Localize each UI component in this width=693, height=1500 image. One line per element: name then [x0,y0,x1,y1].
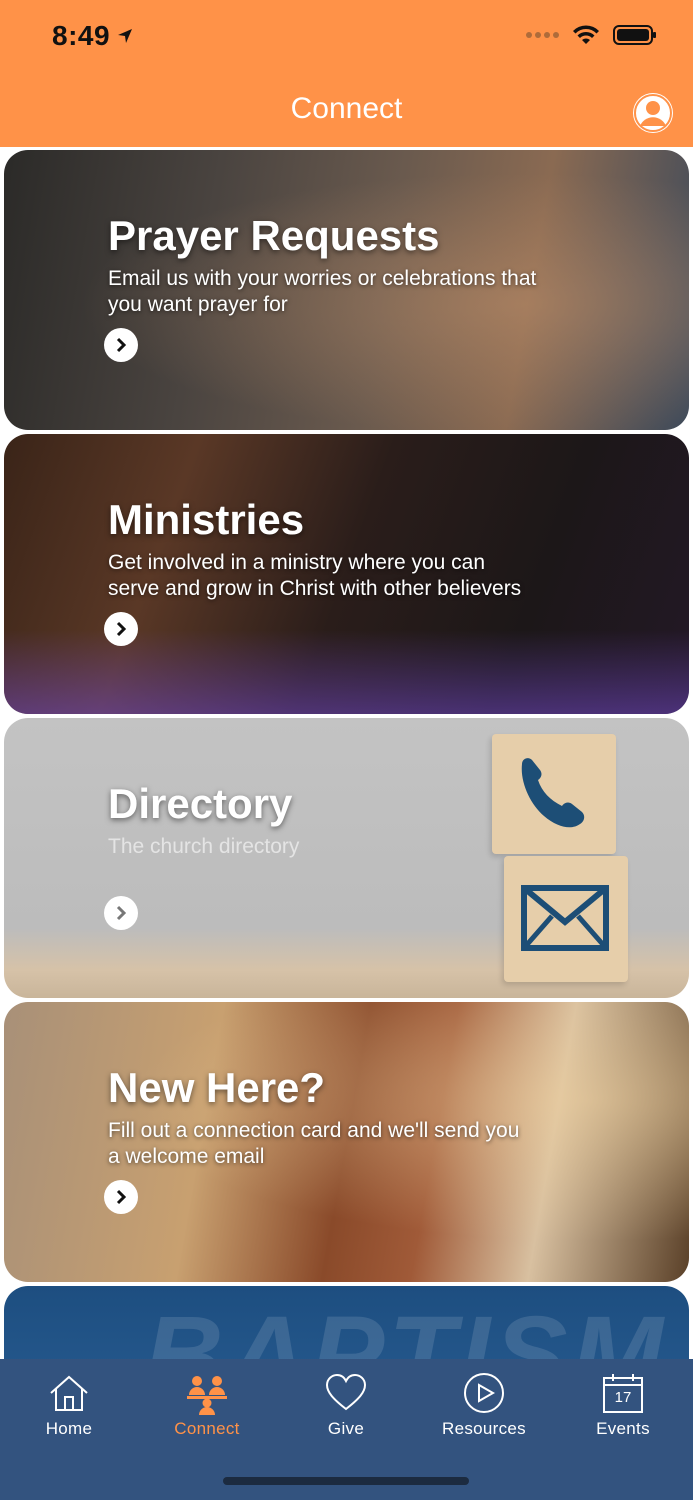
profile-button[interactable] [633,93,673,133]
card-directory[interactable]: Directory The church directory [4,718,689,998]
tab-label: Events [596,1419,650,1438]
tab-label: Home [45,1419,93,1438]
location-arrow-icon [118,29,133,43]
card-subtitle: The church directory [108,835,300,858]
nav-header: 8:49 Connect [0,0,693,147]
calendar-icon: 17 [601,1371,645,1415]
card-ministries[interactable]: Ministries Get involved in a ministry wh… [4,434,689,714]
wifi-icon [573,25,599,44]
card-title: Directory [108,780,293,827]
battery-icon [613,25,656,45]
home-indicator [223,1477,469,1485]
user-icon [634,94,672,132]
card-subtitle: Get involved in a ministry where you can… [108,551,522,600]
heart-icon [324,1371,368,1415]
mail-icon [521,885,609,951]
chevron-right-icon[interactable] [104,328,138,362]
status-time-label: 8:49 [52,20,111,51]
chevron-right-icon[interactable] [104,896,138,930]
chevron-right-icon[interactable] [104,612,138,646]
calendar-date: 17 [614,1389,632,1406]
tab-events[interactable]: 17 Events [554,1359,692,1459]
card-subtitle: Fill out a connection card and we'll sen… [108,1119,520,1168]
card-title: Prayer Requests [108,212,440,259]
card-prayer-requests[interactable]: Prayer Requests Email us with your worri… [4,150,689,430]
card-subtitle: Email us with your worries or celebratio… [108,267,537,316]
card-title: Ministries [108,496,305,543]
card-title: New Here? [108,1064,326,1111]
status-time: 8:49 [52,20,134,52]
connect-icon [185,1371,229,1415]
mail-block [504,856,628,982]
tab-label: Resources [442,1419,526,1438]
tab-connect[interactable]: Connect [138,1359,276,1459]
tab-resources[interactable]: Resources [415,1359,553,1459]
home-icon [47,1371,91,1415]
tab-label: Give [327,1419,365,1438]
chevron-right-icon[interactable] [104,1180,138,1214]
card-new-here[interactable]: New Here? Fill out a connection card and… [4,1002,689,1282]
tab-label: Connect [174,1419,240,1438]
status-indicators [526,24,657,46]
tab-give[interactable]: Give [277,1359,415,1459]
tab-home[interactable]: Home [0,1359,138,1459]
signal-icon [526,32,559,38]
page-title: Connect [290,92,403,125]
play-icon [462,1371,506,1415]
